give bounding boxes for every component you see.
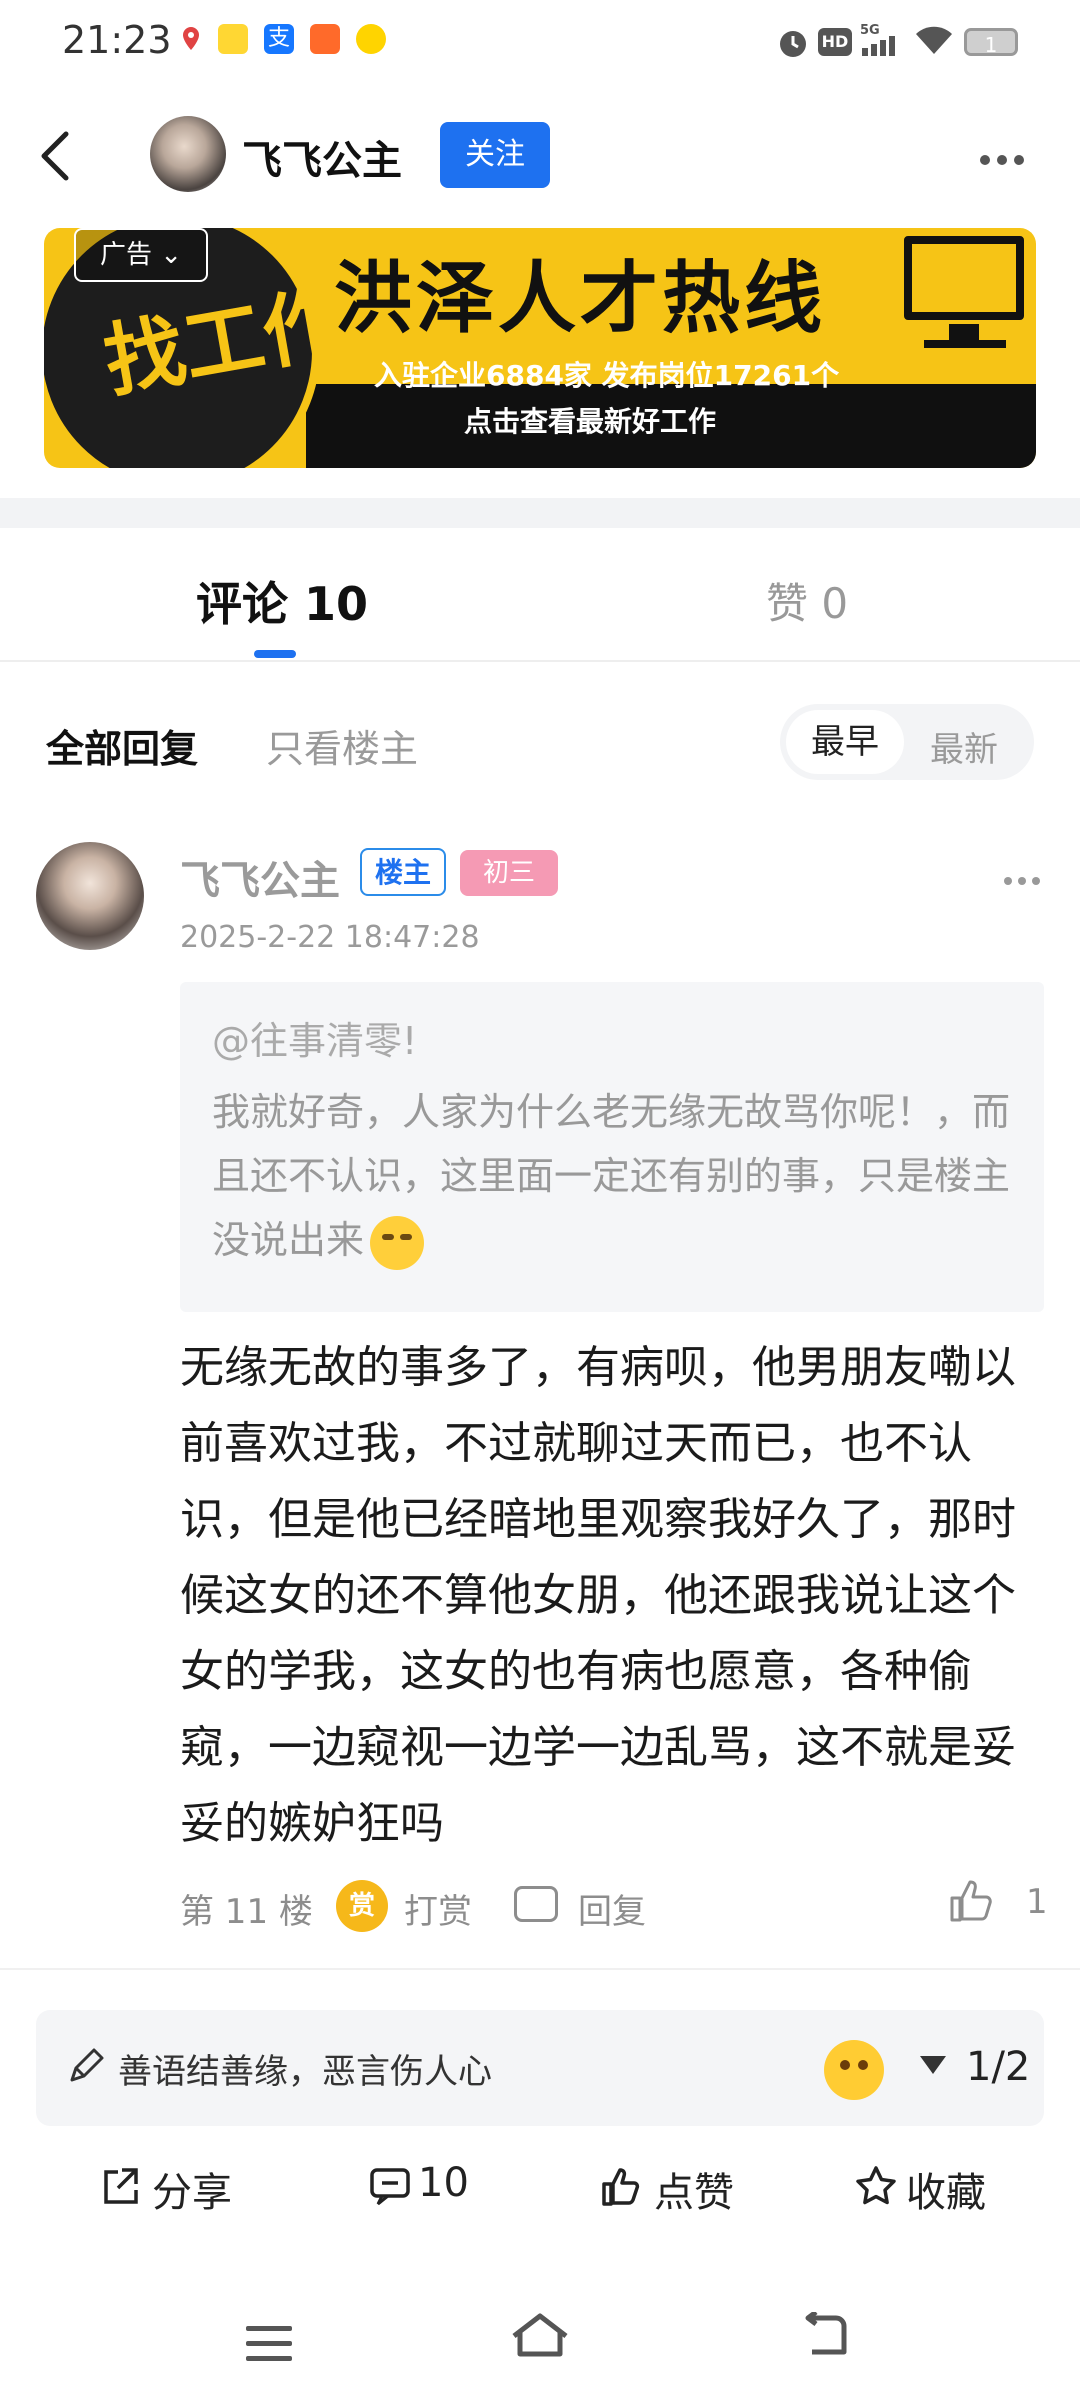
- ad-banner[interactable]: 找工作 广告 ⌄ 洪泽人才热线 入驻企业6884家 发布岗位17261个 点击查…: [44, 228, 1036, 468]
- wifi-icon: [914, 24, 954, 60]
- active-tab-indicator: [254, 650, 296, 658]
- like-button[interactable]: 点赞: [654, 2160, 734, 2218]
- section-separator: [0, 498, 1080, 528]
- commenter-name[interactable]: 飞飞公主: [180, 848, 340, 906]
- page-indicator[interactable]: 1/2: [966, 2044, 1030, 2090]
- monitor-base: [924, 340, 1006, 348]
- taobao-icon: [310, 24, 340, 54]
- reward-button[interactable]: 打赏: [404, 1884, 472, 1933]
- comment-timestamp: 2025-2-22 18:47:28: [180, 920, 480, 955]
- nav-menu-icon[interactable]: [246, 2326, 292, 2371]
- rabbit-app-icon: [356, 24, 386, 54]
- ad-tag[interactable]: 广告 ⌄: [74, 228, 208, 282]
- author-avatar[interactable]: [150, 116, 226, 192]
- page-dropdown-icon[interactable]: [920, 2056, 946, 2074]
- filter-all-replies[interactable]: 全部回复: [46, 718, 198, 773]
- tab-likes[interactable]: 赞 0: [766, 570, 848, 631]
- quoted-user[interactable]: @往事清零!: [212, 1010, 417, 1065]
- sort-earliest-button[interactable]: 最早: [786, 710, 904, 774]
- share-button[interactable]: 分享: [152, 2160, 232, 2218]
- hd-icon: HD: [818, 28, 852, 56]
- signal-icon: 5G: [860, 22, 904, 62]
- nav-home-icon[interactable]: [508, 2310, 572, 2364]
- battery-icon: 1: [964, 28, 1018, 57]
- follow-button[interactable]: 关注: [440, 122, 550, 188]
- thumbs-up-icon[interactable]: [946, 1876, 994, 1928]
- back-button[interactable]: [36, 126, 76, 186]
- sort-newest-button[interactable]: 最新: [930, 722, 998, 771]
- pencil-icon: [66, 2046, 106, 2090]
- favorite-button[interactable]: 收藏: [906, 2160, 986, 2218]
- commenter-avatar[interactable]: [36, 842, 144, 950]
- nav-back-icon[interactable]: [800, 2310, 850, 2362]
- quoted-text-block: 我就好奇，人家为什么老无缘无故骂你呢！，而且还不认识，这里面一定还有别的事，只是…: [212, 1080, 1032, 1272]
- reply-button[interactable]: 回复: [578, 1884, 646, 1933]
- tab-divider: [0, 660, 1080, 662]
- alipay-icon: 支: [264, 24, 294, 54]
- reward-coin-icon[interactable]: 赏: [336, 1880, 388, 1932]
- star-icon[interactable]: [854, 2164, 898, 2212]
- like-icon[interactable]: [600, 2164, 644, 2212]
- like-count: 1: [1026, 1882, 1048, 1922]
- author-name[interactable]: 飞飞公主: [242, 128, 402, 186]
- owner-badge: 楼主: [360, 848, 446, 896]
- level-badge: 初三: [460, 850, 558, 896]
- status-bar: 21:23 支 HD 5G 1: [0, 0, 1080, 86]
- emoji-button-icon[interactable]: [824, 2040, 884, 2100]
- alarm-icon: [776, 26, 810, 64]
- comment-count-button[interactable]: 10: [418, 2160, 469, 2206]
- tab-comments[interactable]: 评论 10: [196, 568, 368, 634]
- crying-emoji-icon: [370, 1215, 425, 1270]
- ad-title: 洪泽人才热线: [334, 254, 827, 344]
- floor-number: 第 11 楼: [180, 1892, 313, 1932]
- quoted-text: 我就好奇，人家为什么老无缘无故骂你呢！，而且还不认识，这里面一定还有别的事，只是…: [212, 1090, 1011, 1262]
- comment-input[interactable]: 善语结善缘，恶言伤人心: [118, 2044, 492, 2093]
- app-notification-icon: [218, 24, 248, 54]
- ad-line-2: 点击查看最新好工作: [464, 405, 717, 438]
- ad-line-1: 入驻企业6884家 发布岗位17261个: [374, 359, 840, 392]
- filter-op-only[interactable]: 只看楼主: [266, 718, 418, 773]
- svg-text:5G: 5G: [860, 23, 880, 38]
- map-pin-icon: [176, 24, 206, 54]
- reply-icon[interactable]: [514, 1886, 558, 1922]
- comment-icon[interactable]: [368, 2164, 412, 2212]
- comment-body: 无缘无故的事多了，有病呗，他男朋友嘞以前喜欢过我，不过就聊过天而已，也不认识，但…: [180, 1342, 1016, 1849]
- share-icon[interactable]: [98, 2164, 142, 2212]
- comment-more-icon[interactable]: [1004, 870, 1046, 889]
- status-time: 21:23: [62, 18, 172, 62]
- divider: [0, 1968, 1080, 1970]
- monitor-icon: [904, 236, 1024, 320]
- more-options-icon[interactable]: [980, 150, 1031, 169]
